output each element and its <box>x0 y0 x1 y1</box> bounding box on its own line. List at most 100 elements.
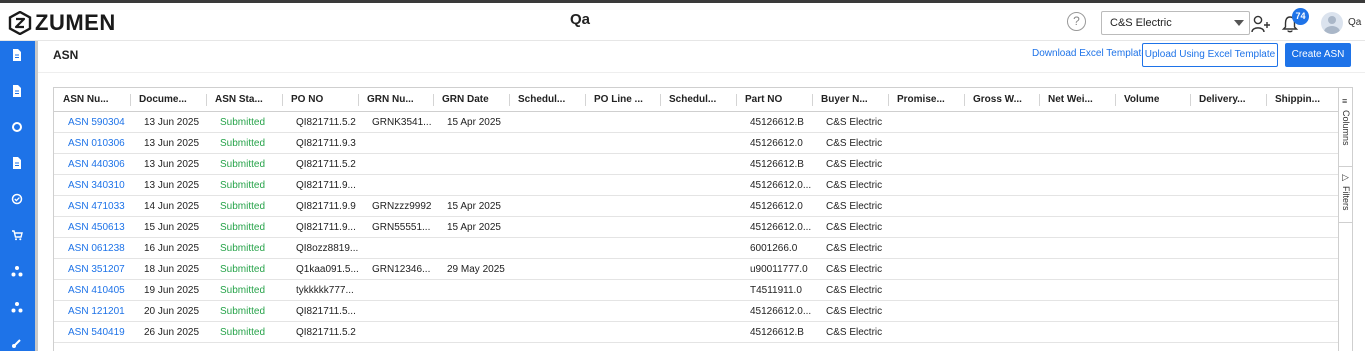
asn-number-link[interactable]: ASN 061238 <box>54 238 130 259</box>
table-row[interactable]: ASN 440306 13 Jun 2025 Submitted QI821711.5… <box>54 154 1338 175</box>
sidebar-item-document-2[interactable] <box>10 85 24 99</box>
asn-grid: ASN Nu... Docume... ASN Sta... PO NO GRN Nu.… <box>53 87 1353 351</box>
column-header[interactable]: Schedul... <box>660 88 736 112</box>
filters-tab[interactable]: ▷ Filters <box>1339 172 1352 222</box>
asn-number-link[interactable]: ASN 471033 <box>54 196 130 217</box>
column-header[interactable]: Net Wei... <box>1039 88 1115 112</box>
column-resize-handle[interactable] <box>812 94 813 106</box>
column-header[interactable]: PO Line ... <box>585 88 660 112</box>
column-header[interactable]: GRN Date <box>433 88 509 112</box>
column-header[interactable]: Delivery... <box>1190 88 1266 112</box>
column-header[interactable]: Shippin... <box>1266 88 1338 112</box>
avatar[interactable] <box>1321 12 1343 34</box>
download-excel-template-link[interactable]: Download Excel Template <box>1032 48 1147 59</box>
notification-badge: 74 <box>1292 8 1309 25</box>
asn-number-link[interactable]: ASN 010306 <box>54 133 130 154</box>
document-icon <box>13 85 21 97</box>
table-cell: C&S Electric <box>826 201 883 212</box>
column-resize-handle[interactable] <box>1039 94 1040 106</box>
column-resize-handle[interactable] <box>1266 94 1267 106</box>
column-header[interactable]: Gross W... <box>964 88 1039 112</box>
asn-number-link[interactable]: ASN 450613 <box>54 217 130 238</box>
column-resize-handle[interactable] <box>888 94 889 106</box>
sidebar-item-network-2[interactable] <box>10 301 24 315</box>
table-row[interactable]: ASN 121201 20 Jun 2025 Submitted QI821711.5… <box>54 301 1338 322</box>
table-row[interactable]: ASN 061238 16 Jun 2025 Submitted QI8ozz8819… <box>54 238 1338 259</box>
sidebar-item-network-1[interactable] <box>10 265 24 279</box>
column-resize-handle[interactable] <box>736 94 737 106</box>
sidebar-item-document-3[interactable] <box>10 157 24 171</box>
create-asn-button[interactable]: Create ASN <box>1285 43 1351 67</box>
table-row[interactable]: ASN 540419 26 Jun 2025 Submitted QI821711.5… <box>54 322 1338 343</box>
table-cell: QI821711.9.3 <box>296 138 356 149</box>
status-text: Submitted <box>220 327 266 338</box>
asn-number-link[interactable]: ASN 540419 <box>54 322 130 343</box>
column-resize-handle[interactable] <box>282 94 283 106</box>
column-header[interactable]: Volume <box>1115 88 1190 112</box>
table-cell: C&S Electric <box>826 138 883 149</box>
company-select[interactable]: C&S Electric <box>1101 11 1250 35</box>
sidebar-item-settings[interactable] <box>10 121 24 135</box>
table-row[interactable]: ASN 410405 19 Jun 2025 Submitted tykkkkk777… <box>54 280 1338 301</box>
asn-number-link[interactable]: ASN 410405 <box>54 280 130 301</box>
table-cell: QI821711.5.2 <box>296 159 356 170</box>
table-cell: C&S Electric <box>826 264 883 275</box>
sidebar-item-cart[interactable] <box>10 229 24 243</box>
asn-number-link[interactable]: ASN 351207 <box>54 259 130 280</box>
table-cell: Q1kaa091.5... <box>296 264 358 275</box>
sidebar-item-document-1[interactable] <box>10 49 24 63</box>
table-cell: QI821711.5.2 <box>296 117 356 128</box>
network-icon <box>11 302 23 313</box>
column-resize-handle[interactable] <box>509 94 510 106</box>
column-header[interactable]: PO NO <box>282 88 358 112</box>
table-cell: 13 Jun 2025 <box>144 117 200 128</box>
table-row[interactable]: ASN 471033 14 Jun 2025 Submitted QI821711.9… <box>54 196 1338 217</box>
column-header[interactable]: Schedul... <box>509 88 585 112</box>
column-header[interactable]: Part NO <box>736 88 812 112</box>
column-header[interactable]: Docume... <box>130 88 206 112</box>
status-text: Submitted <box>220 285 266 296</box>
asn-number-link[interactable]: ASN 440306 <box>54 154 130 175</box>
table-cell: 15 Jun 2025 <box>144 222 200 233</box>
link-icon <box>12 339 21 348</box>
asn-number-link[interactable]: ASN 121201 <box>54 301 130 322</box>
asn-number-link[interactable]: ASN 340310 <box>54 175 130 196</box>
column-resize-handle[interactable] <box>1190 94 1191 106</box>
column-header[interactable]: GRN Nu... <box>358 88 433 112</box>
sidebar-item-check[interactable] <box>10 193 24 207</box>
table-cell: tykkkkk777... <box>296 285 354 296</box>
column-resize-handle[interactable] <box>433 94 434 106</box>
table-row[interactable]: ASN 340310 13 Jun 2025 Submitted QI821711.9… <box>54 175 1338 196</box>
status-text: Submitted <box>220 222 266 233</box>
app-header: ZUMEN Qa ? C&S Electric 74 Qa <box>0 3 1365 41</box>
column-resize-handle[interactable] <box>206 94 207 106</box>
table-cell: 13 Jun 2025 <box>144 180 200 191</box>
upload-excel-template-button[interactable]: Upload Using Excel Template <box>1142 43 1278 67</box>
column-header[interactable]: ASN Sta... <box>206 88 282 112</box>
table-row[interactable]: ASN 351207 18 Jun 2025 Submitted Q1kaa091.5… <box>54 259 1338 280</box>
table-row[interactable]: ASN 010306 13 Jun 2025 Submitted QI821711.9… <box>54 133 1338 154</box>
table-row[interactable]: ASN 450613 15 Jun 2025 Submitted QI821711.9… <box>54 217 1338 238</box>
column-resize-handle[interactable] <box>964 94 965 106</box>
column-resize-handle[interactable] <box>585 94 586 106</box>
columns-tab[interactable]: ≡ Columns <box>1339 96 1352 166</box>
table-row[interactable]: ASN 590304 13 Jun 2025 Submitted QI821711.5… <box>54 112 1338 133</box>
user-name[interactable]: Qa <box>1348 17 1361 28</box>
help-icon[interactable]: ? <box>1067 12 1086 31</box>
zumen-logo[interactable]: ZUMEN <box>8 10 116 36</box>
table-cell: QI821711.5.2 <box>296 327 356 338</box>
column-resize-handle[interactable] <box>1115 94 1116 106</box>
status-text: Submitted <box>220 243 266 254</box>
column-header[interactable]: ASN Nu... <box>54 88 130 112</box>
add-user-icon[interactable] <box>1251 15 1271 33</box>
asn-number-link[interactable]: ASN 590304 <box>54 112 130 133</box>
table-cell: 45126612.0 <box>750 138 803 149</box>
column-header[interactable]: Buyer N... <box>812 88 888 112</box>
status-text: Submitted <box>220 264 266 275</box>
column-resize-handle[interactable] <box>358 94 359 106</box>
column-resize-handle[interactable] <box>130 94 131 106</box>
column-resize-handle[interactable] <box>660 94 661 106</box>
column-header[interactable]: Promise... <box>888 88 964 112</box>
table-cell: T4511911.0 <box>750 285 802 296</box>
sidebar-item-link[interactable] <box>10 337 24 351</box>
